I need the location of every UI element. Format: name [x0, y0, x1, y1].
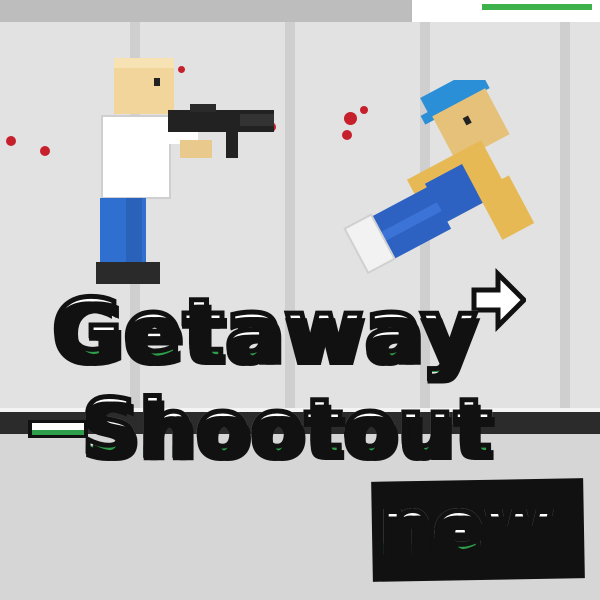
- game-scene: Getaway Shootout new: [0, 0, 600, 600]
- minimap-track: [482, 4, 592, 10]
- title-dash: [28, 420, 88, 438]
- minimap: [410, 0, 600, 22]
- blood-splat: [40, 146, 50, 156]
- title-line-2: Shootout: [80, 384, 495, 474]
- title-badge-new: new: [377, 484, 555, 571]
- title-line-1: Getaway: [50, 281, 480, 381]
- blood-splat: [6, 136, 16, 146]
- enemy-character: [340, 80, 570, 290]
- shooter-character: [90, 54, 280, 294]
